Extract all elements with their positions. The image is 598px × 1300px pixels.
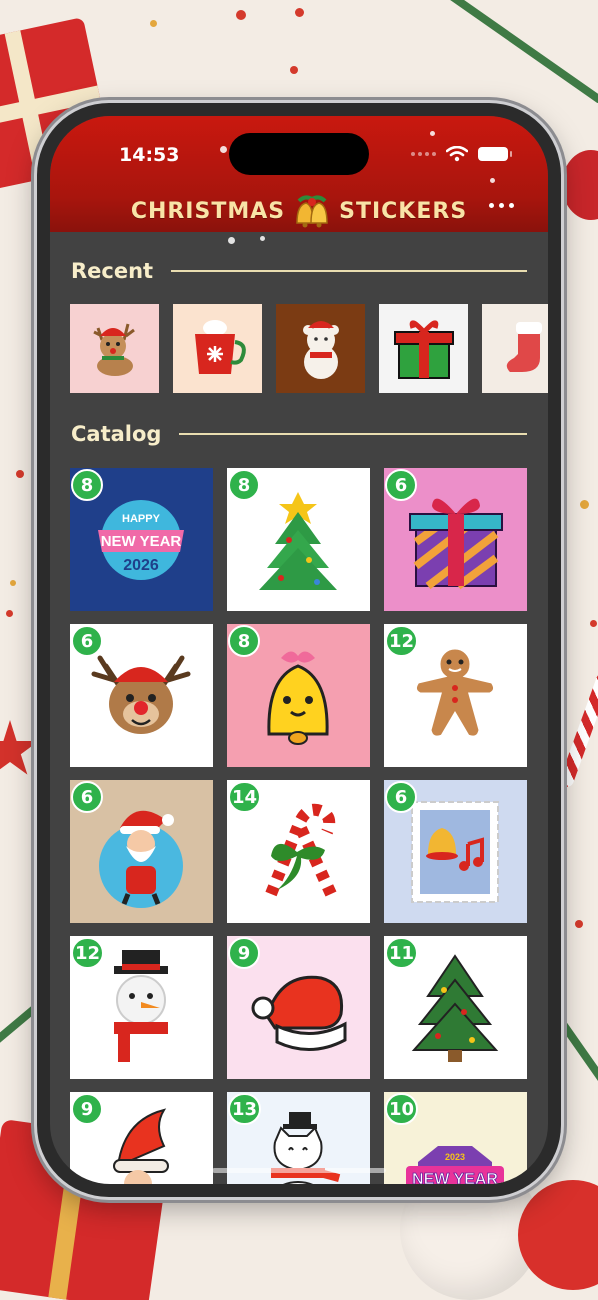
ornament-decoration [562, 150, 598, 220]
santa-icon [113, 1108, 169, 1184]
sticker-pack-santa-hat[interactable]: 9 [227, 936, 370, 1079]
sticker-count-badge: 9 [71, 1093, 103, 1125]
dynamic-island [229, 133, 369, 175]
sticker-pack-santa-2[interactable]: 9 [70, 1092, 213, 1184]
hot-cocoa-mug-icon [194, 319, 246, 374]
candy-cane-decoration [557, 671, 598, 789]
catalog-title: Catalog [71, 422, 162, 446]
sticker-count-badge: 8 [228, 469, 260, 501]
phone-frame: 14:53 CHRISTMAS STICKERS Recent Catalog … [37, 103, 561, 1197]
santa-hat-icon [251, 975, 347, 1052]
sticker-pack-reindeer[interactable]: 6 [70, 624, 213, 767]
sticker-count-badge: 6 [385, 781, 417, 813]
reindeer-icon [92, 323, 135, 376]
svg-text:NEW YEAR: NEW YEAR [101, 533, 182, 550]
app-title: CHRISTMAS STICKERS [131, 193, 467, 229]
sticker-pack-new-year-2026[interactable]: HAPPY NEW YEAR 2026 8 [70, 468, 213, 611]
more-dots-icon [489, 203, 494, 208]
gift-box-icon [409, 498, 503, 590]
svg-text:NEW YEAR: NEW YEAR [412, 1171, 498, 1184]
recent-item-teddy[interactable] [276, 304, 365, 393]
sticker-pack-gingerbread[interactable]: 12 [384, 624, 527, 767]
stocking-icon [506, 321, 542, 372]
recent-sticker-strip[interactable] [70, 304, 548, 394]
sticker-pack-gift-box[interactable]: 6 [384, 468, 527, 611]
sticker-pack-snowman[interactable]: 12 [70, 936, 213, 1079]
more-options-button[interactable] [489, 203, 514, 208]
bells-icon [296, 195, 328, 228]
svg-text:2026: 2026 [123, 557, 159, 574]
sticker-pack-christmas-tree-2[interactable]: 11 [384, 936, 527, 1079]
svg-text:HAPPY: HAPPY [122, 513, 161, 525]
sticker-count-badge: 8 [71, 469, 103, 501]
sticker-pack-santa[interactable]: 6 [70, 780, 213, 923]
sticker-count-badge: 14 [228, 781, 262, 813]
title-left: CHRISTMAS [130, 198, 286, 224]
snowman-icon [114, 950, 168, 1062]
app-header: 14:53 CHRISTMAS STICKERS [50, 116, 548, 232]
battery-icon [478, 147, 512, 161]
app-title-row: CHRISTMAS STICKERS [50, 191, 548, 231]
bells-stamp-icon [411, 801, 499, 903]
gingerbread-man-icon [413, 646, 497, 739]
recent-item-gift[interactable] [379, 304, 468, 393]
reindeer-icon [91, 655, 191, 734]
candy-cane-icon [265, 803, 337, 897]
star-decoration [0, 720, 39, 775]
recent-item-reindeer[interactable] [70, 304, 159, 393]
svg-text:2023: 2023 [445, 1152, 465, 1162]
status-indicators [411, 146, 512, 162]
christmas-tree-icon [411, 954, 499, 1062]
sticker-pack-bells-stamp[interactable]: 6 [384, 780, 527, 923]
recent-item-mug[interactable] [173, 304, 262, 393]
divider [179, 433, 527, 435]
pine-branch-decoration [435, 0, 598, 105]
status-time: 14:53 [119, 144, 180, 166]
sticker-count-badge: 6 [385, 469, 417, 501]
sticker-count-badge: 10 [385, 1093, 419, 1125]
santa-icon [99, 810, 183, 908]
wifi-icon [446, 146, 468, 162]
divider [171, 270, 527, 272]
teddy-bear-icon [302, 320, 339, 379]
sticker-pack-bell[interactable]: 8 [227, 624, 370, 767]
sticker-count-badge: 11 [385, 937, 419, 969]
signal-icon [411, 152, 436, 156]
recent-section-header: Recent [71, 259, 527, 283]
sticker-count-badge: 13 [228, 1093, 262, 1125]
recent-item-stocking[interactable] [482, 304, 548, 393]
sticker-count-badge: 9 [228, 937, 260, 969]
sticker-count-badge: 6 [71, 625, 103, 657]
sticker-pack-christmas-tree[interactable]: 8 [227, 468, 370, 611]
catalog-grid: HAPPY NEW YEAR 2026 8 8 6 6 8 12 6 14 6 … [70, 468, 528, 1184]
sticker-count-badge: 8 [228, 625, 260, 657]
gift-box-icon [393, 319, 454, 379]
title-right: STICKERS [339, 198, 468, 224]
sticker-count-badge: 6 [71, 781, 103, 813]
sticker-pack-candy-cane[interactable]: 14 [227, 780, 370, 923]
bell-icon [267, 651, 329, 745]
app-screen: 14:53 CHRISTMAS STICKERS Recent Catalog … [50, 116, 548, 1184]
home-indicator[interactable] [212, 1168, 386, 1173]
catalog-section-header: Catalog [71, 422, 527, 446]
sticker-count-badge: 12 [385, 625, 419, 657]
christmas-tree-icon [259, 492, 337, 590]
sticker-count-badge: 12 [71, 937, 105, 969]
sticker-pack-new-year-banner[interactable]: 2023 NEW YEAR 10 [384, 1092, 527, 1184]
recent-title: Recent [71, 259, 154, 283]
happy-new-year-2026-icon: HAPPY NEW YEAR 2026 [98, 500, 184, 580]
